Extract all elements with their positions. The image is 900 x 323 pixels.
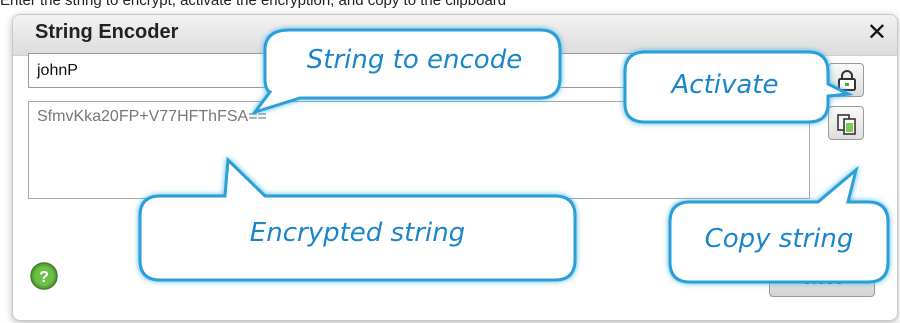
help-glyph: ? — [39, 269, 49, 286]
dialog-title: String Encoder — [35, 21, 179, 43]
callout-activate: Activate — [671, 70, 779, 100]
lock-icon — [838, 70, 856, 91]
instruction-text: Enter the string to encrypt, activate th… — [0, 0, 507, 9]
help-icon[interactable]: ? — [29, 261, 59, 291]
close-icon[interactable]: ✕ — [867, 19, 887, 47]
close-button[interactable]: Close — [769, 261, 875, 297]
copy-button[interactable] — [828, 106, 864, 140]
screenshot: Enter the string to encrypt, activate th… — [0, 0, 900, 323]
activate-button[interactable] — [828, 63, 864, 97]
callout-string-to-encode: String to encode — [306, 45, 523, 75]
encrypted-output[interactable]: SfmvKka20FP+V77HFThFSA== — [28, 101, 810, 199]
copy-icon — [837, 114, 856, 135]
callout-copy-string: Copy string — [704, 224, 854, 254]
callout-encrypted-string: Encrypted string — [249, 218, 466, 248]
